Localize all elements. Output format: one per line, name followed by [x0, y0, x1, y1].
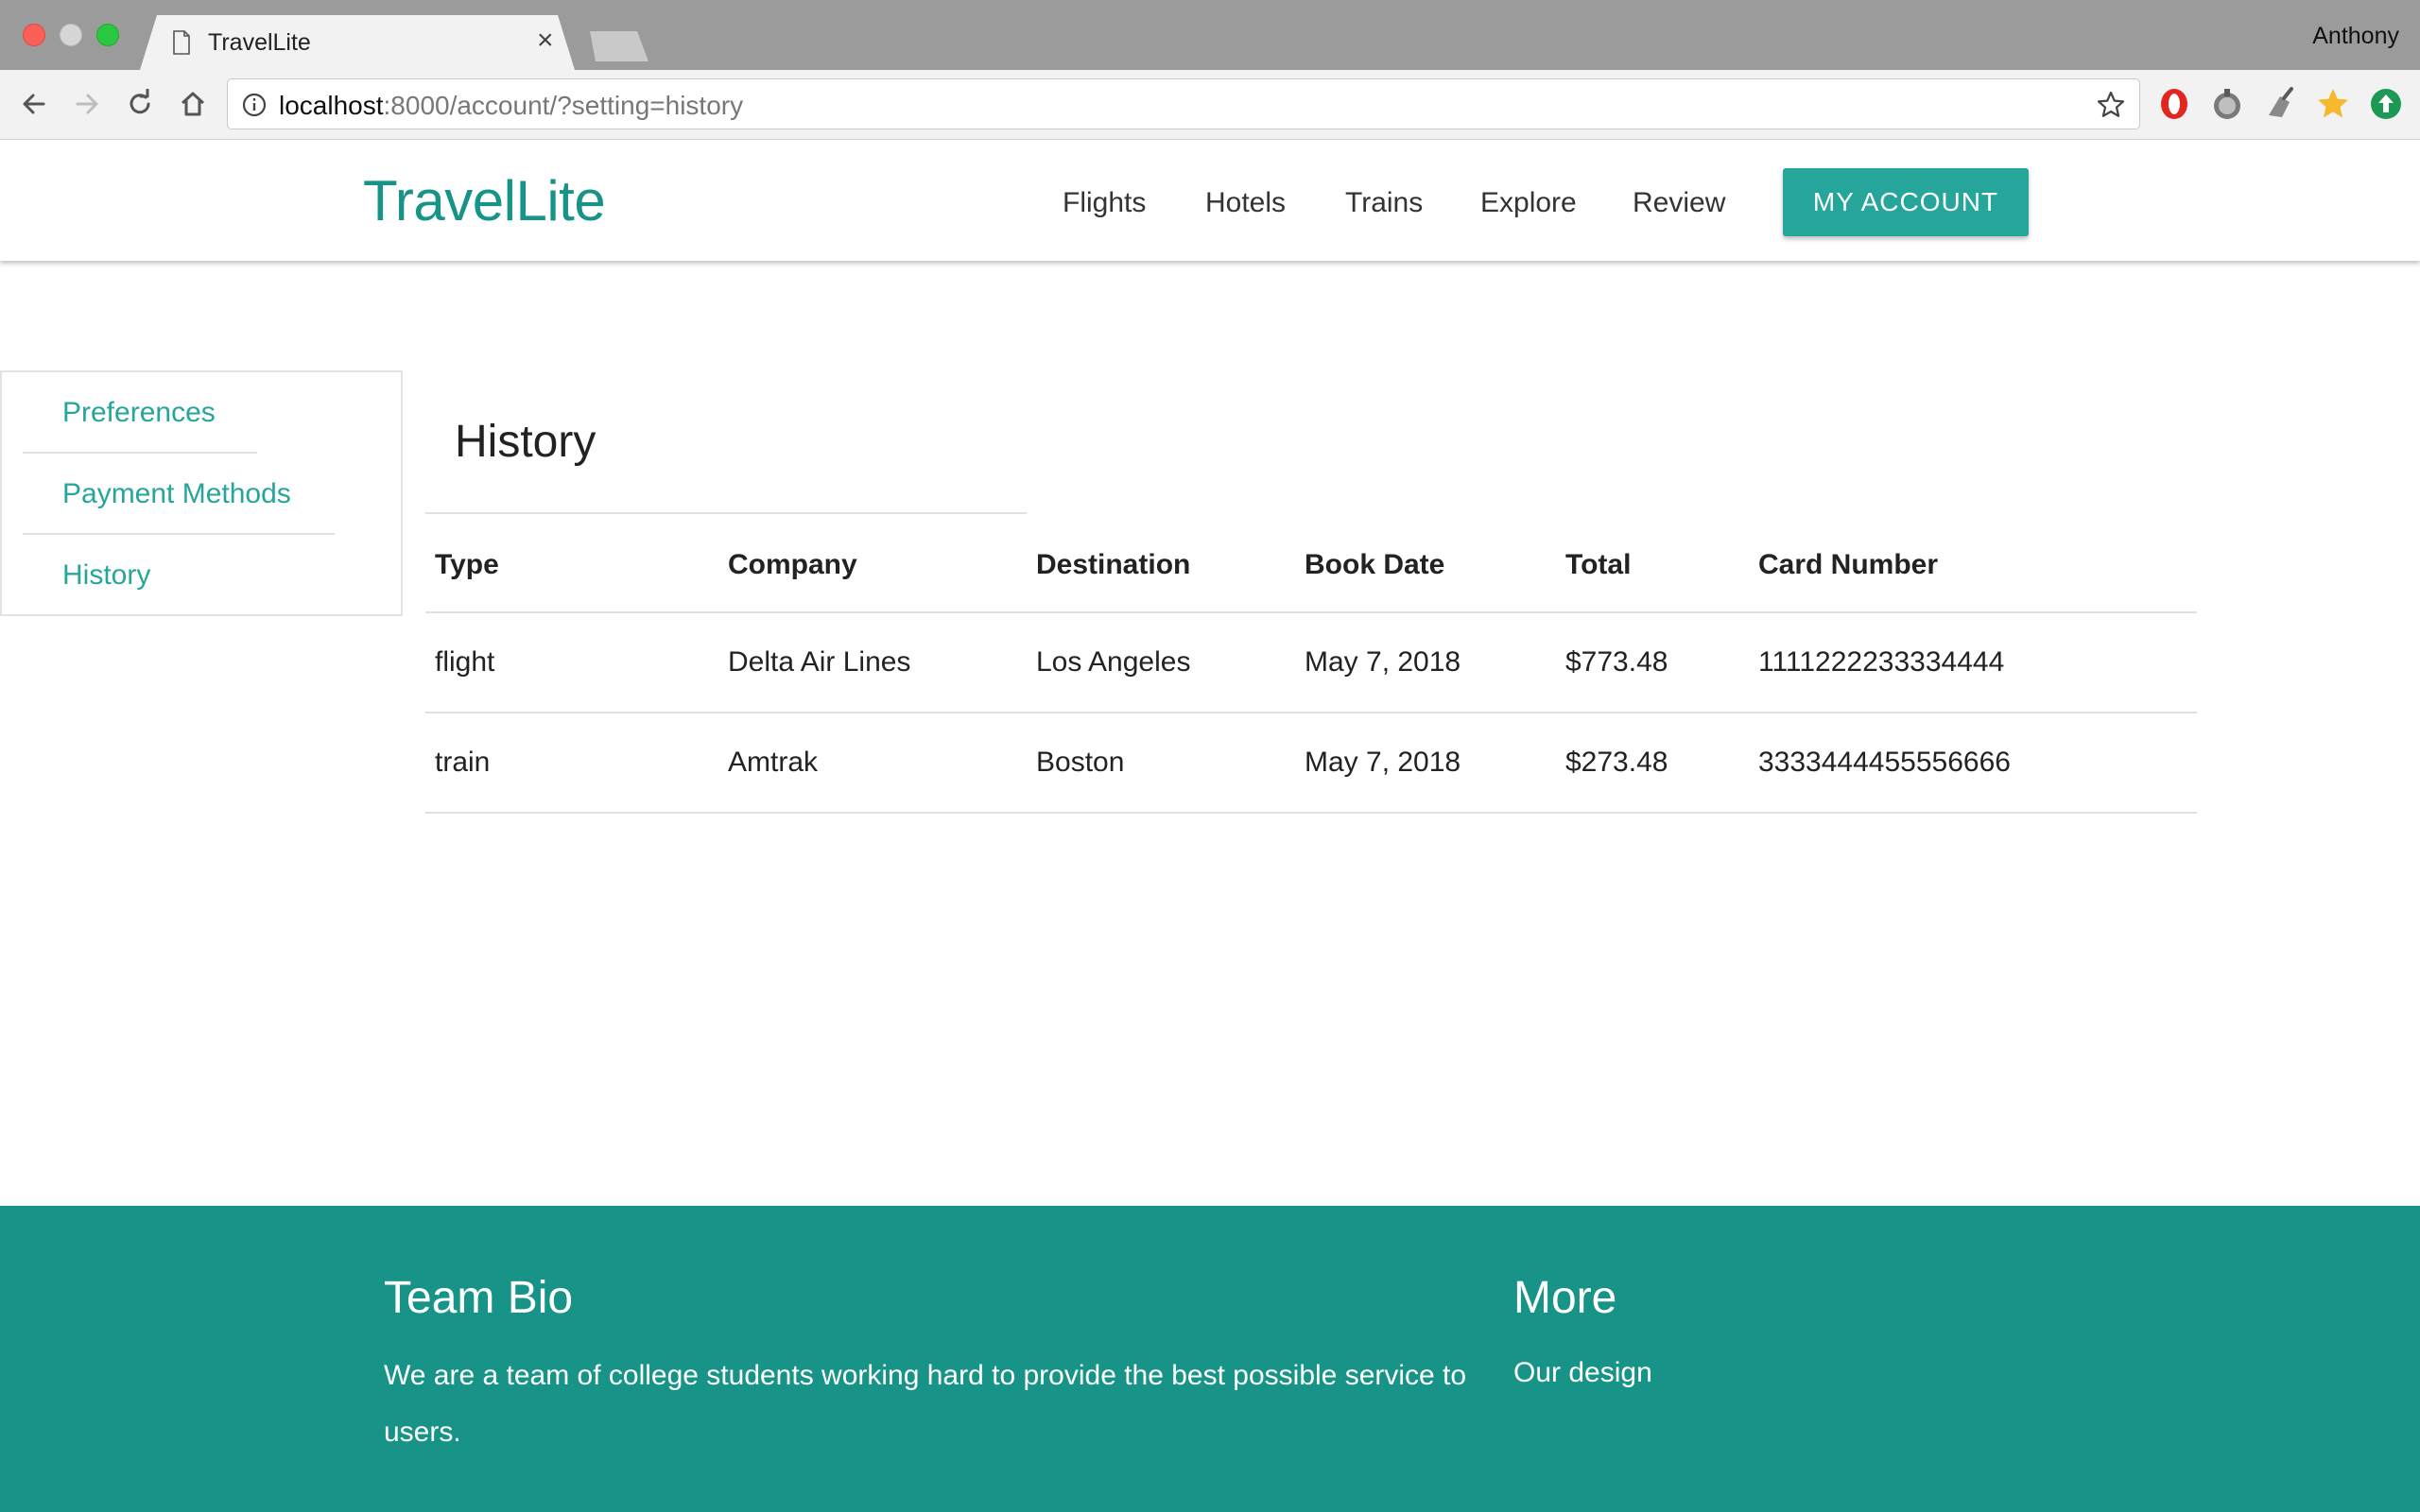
sidebar-divider — [23, 533, 335, 535]
forward-arrow-icon[interactable] — [68, 85, 106, 123]
bookmark-star-icon[interactable] — [2096, 90, 2126, 120]
cell-company: Delta Air Lines — [718, 612, 1027, 713]
nav-hotels[interactable]: Hotels — [1205, 187, 1286, 219]
browser-tab[interactable]: TravelLite × — [140, 15, 575, 70]
info-icon[interactable] — [241, 92, 268, 118]
cell-book-date: May 7, 2018 — [1295, 713, 1556, 814]
star-extension-icon[interactable] — [2314, 85, 2352, 123]
footer-link-our-design[interactable]: Our design — [1513, 1357, 1652, 1389]
page-icon — [173, 30, 190, 55]
url-text[interactable]: localhost:8000/account/?setting=history — [279, 91, 743, 121]
column-header-destination: Destination — [1027, 518, 1295, 613]
maximize-window-button[interactable] — [96, 24, 119, 46]
site-footer: Team Bio We are a team of college studen… — [0, 1206, 2420, 1512]
nav-review[interactable]: Review — [1633, 187, 1725, 219]
tab-title: TravelLite — [208, 29, 311, 56]
nav-trains[interactable]: Trains — [1345, 187, 1423, 219]
cell-type: flight — [425, 612, 718, 713]
sidebar-item-payment-methods[interactable]: Payment Methods — [62, 478, 291, 510]
page-title: History — [455, 417, 596, 467]
cell-destination: Los Angeles — [1027, 612, 1295, 713]
upload-extension-icon[interactable] — [2367, 85, 2405, 123]
cell-type: train — [425, 713, 718, 814]
cell-total: $273.48 — [1556, 713, 1749, 814]
back-arrow-icon[interactable] — [15, 85, 53, 123]
profile-name[interactable]: Anthony — [2312, 23, 2399, 50]
footer-bio-text: We are a team of college students workin… — [384, 1360, 1467, 1448]
nav-explore[interactable]: Explore — [1480, 187, 1577, 219]
close-window-button[interactable] — [23, 24, 45, 46]
url-path: :8000/account/?setting=history — [383, 91, 744, 120]
column-header-company: Company — [718, 518, 1027, 613]
footer-bio-heading: Team Bio — [384, 1273, 574, 1323]
browser-toolbar: localhost:8000/account/?setting=history — [0, 70, 2420, 140]
cell-card-number: 3333444455556666 — [1749, 713, 2197, 814]
table-row: train Amtrak Boston May 7, 2018 $273.48 … — [425, 713, 2197, 814]
pocket-extension-icon[interactable] — [2208, 85, 2246, 123]
sidebar-item-preferences[interactable]: Preferences — [62, 397, 216, 429]
nav-flights[interactable]: Flights — [1063, 187, 1146, 219]
sidebar-item-history[interactable]: History — [62, 559, 150, 592]
column-header-book-date: Book Date — [1295, 518, 1556, 613]
opera-extension-icon[interactable] — [2155, 85, 2193, 123]
history-table: Type Company Destination Book Date Total… — [425, 518, 2197, 814]
new-tab-button[interactable] — [590, 31, 648, 61]
cell-book-date: May 7, 2018 — [1295, 612, 1556, 713]
cell-total: $773.48 — [1556, 612, 1749, 713]
column-header-total: Total — [1556, 518, 1749, 613]
sidebar-divider — [23, 452, 257, 454]
footer-more-heading: More — [1513, 1273, 1617, 1323]
cell-company: Amtrak — [718, 713, 1027, 814]
address-bar[interactable]: localhost:8000/account/?setting=history — [227, 78, 2140, 129]
column-header-type: Type — [425, 518, 718, 613]
my-account-button[interactable]: MY ACCOUNT — [1783, 168, 2029, 236]
broom-extension-icon[interactable] — [2261, 85, 2299, 123]
tab-close-icon[interactable]: × — [537, 26, 554, 55]
minimize-window-button[interactable] — [60, 24, 82, 46]
cell-card-number: 1111222233334444 — [1749, 612, 2197, 713]
column-header-card-number: Card Number — [1749, 518, 2197, 613]
home-icon[interactable] — [174, 85, 212, 123]
url-host: localhost — [279, 91, 384, 120]
table-row: flight Delta Air Lines Los Angeles May 7… — [425, 612, 2197, 713]
site-header: TravelLite Flights Hotels Trains Explore… — [0, 140, 2420, 261]
title-divider — [425, 512, 1027, 514]
site-logo[interactable]: TravelLite — [363, 168, 606, 233]
reload-icon[interactable] — [121, 85, 159, 123]
browser-titlebar: TravelLite × Anthony — [0, 0, 2420, 70]
account-sidebar: Preferences Payment Methods History — [0, 370, 403, 616]
cell-destination: Boston — [1027, 713, 1295, 814]
table-header-row: Type Company Destination Book Date Total… — [425, 518, 2197, 613]
